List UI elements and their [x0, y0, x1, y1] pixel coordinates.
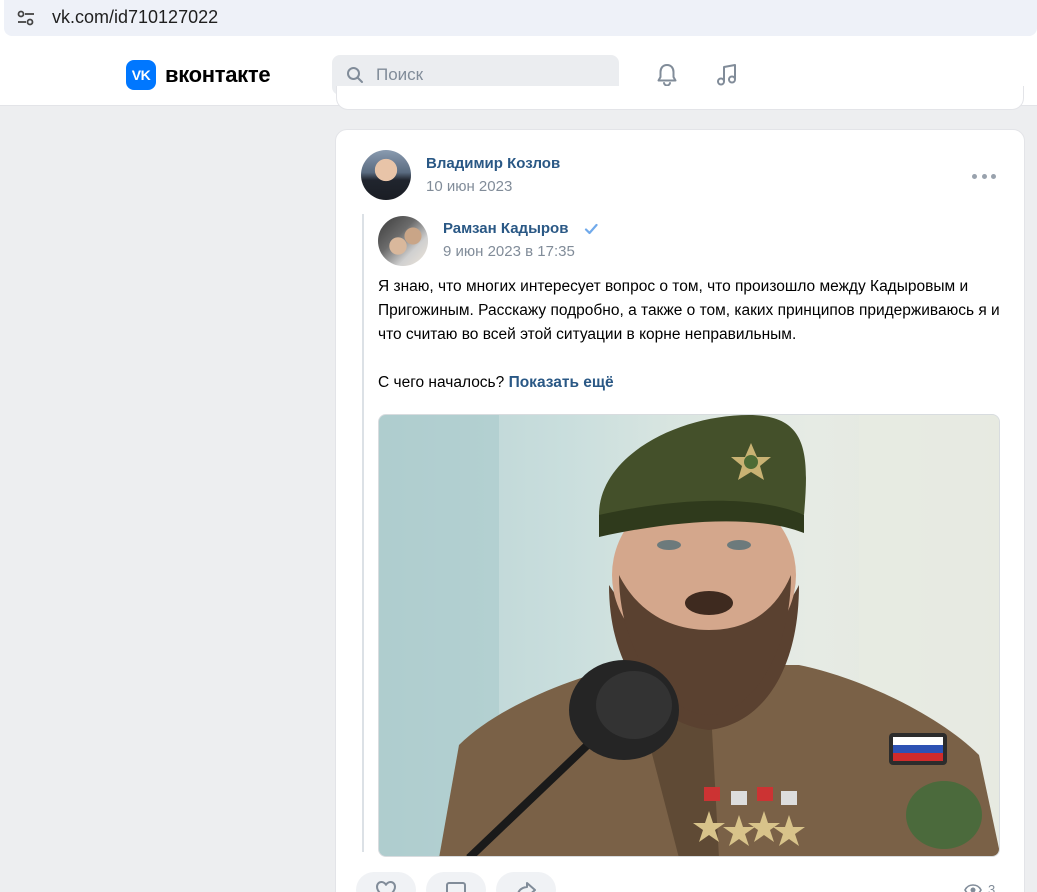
post-actions [356, 872, 556, 892]
more-horizontal-icon[interactable] [972, 166, 996, 186]
post-paragraph: С чего началось? [378, 374, 505, 391]
browser-address-bar: vk.com/id710127022 [0, 0, 1037, 40]
repost-date[interactable]: 9 июн 2023 в 17:35 [443, 243, 575, 261]
repost-author[interactable]: Рамзан Кадыров [443, 220, 568, 238]
brand-name[interactable]: вконтакте [165, 60, 271, 90]
eye-icon [964, 883, 982, 892]
post-photo[interactable] [378, 414, 1000, 857]
vk-logo-text: VK [131, 67, 151, 83]
show-more-link[interactable]: Показать ещё [509, 374, 614, 391]
checkmark-icon [584, 223, 598, 235]
tune-icon[interactable] [16, 8, 36, 28]
url-text[interactable]: vk.com/id710127022 [52, 6, 218, 28]
url-field[interactable]: vk.com/id710127022 [4, 0, 1037, 36]
heart-icon [376, 881, 396, 892]
post-author[interactable]: Владимир Козлов [426, 155, 560, 173]
music-note-icon[interactable] [714, 62, 740, 88]
post-text: Я знаю, что многих интересует вопрос о т… [378, 275, 1003, 395]
photo-illustration [379, 415, 999, 856]
vk-logo-icon[interactable]: VK [126, 60, 156, 90]
post-paragraph: Я знаю, что многих интересует вопрос о т… [378, 278, 1000, 343]
like-button[interactable] [356, 872, 416, 892]
previous-post-card [336, 86, 1024, 110]
views-counter: 3 [964, 882, 995, 892]
comment-button[interactable] [426, 872, 486, 892]
share-button[interactable] [496, 872, 556, 892]
bell-icon[interactable] [654, 62, 680, 88]
avatar[interactable] [361, 150, 411, 200]
repost-divider [362, 214, 364, 852]
share-icon [517, 882, 536, 892]
views-count: 3 [988, 882, 996, 892]
search-icon [347, 67, 363, 83]
post-date[interactable]: 10 июн 2023 [426, 178, 512, 196]
repost-avatar[interactable] [378, 216, 428, 266]
post-card: Владимир Козлов 10 июн 2023 Рамзан Кадыр… [335, 129, 1025, 892]
comment-icon [446, 882, 466, 892]
